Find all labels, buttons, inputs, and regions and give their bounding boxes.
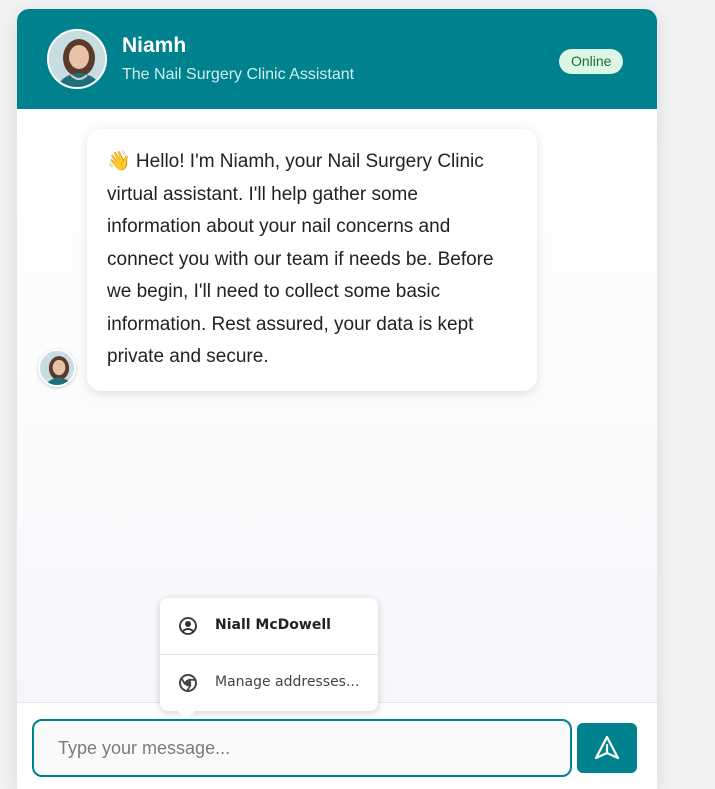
assistant-name: Niamh — [122, 34, 187, 57]
chrome-icon — [178, 673, 198, 693]
autofill-item-profile[interactable]: Niall McDowell — [160, 598, 378, 654]
assistant-avatar — [47, 29, 107, 89]
message-input[interactable] — [32, 719, 572, 777]
send-button[interactable] — [577, 723, 637, 773]
autofill-item-label: Manage addresses... — [215, 674, 360, 690]
chat-widget: Niamh The Nail Surgery Clinic Assistant … — [17, 9, 657, 789]
chat-header: Niamh The Nail Surgery Clinic Assistant … — [17, 9, 657, 109]
composer — [17, 702, 657, 789]
assistant-subtitle: The Nail Surgery Clinic Assistant — [122, 66, 355, 83]
autofill-popup: Niall McDowell Manage addresses... — [160, 598, 378, 719]
account-circle-icon — [178, 616, 198, 636]
autofill-item-label: Niall McDowell — [215, 617, 331, 633]
assistant-message-bubble: 👋 Hello! I'm Niamh, your Nail Surgery Cl… — [87, 129, 537, 391]
message-avatar — [38, 349, 76, 387]
send-icon — [594, 735, 620, 760]
autofill-item-manage[interactable]: Manage addresses... — [160, 655, 378, 711]
status-badge: Online — [559, 49, 624, 74]
